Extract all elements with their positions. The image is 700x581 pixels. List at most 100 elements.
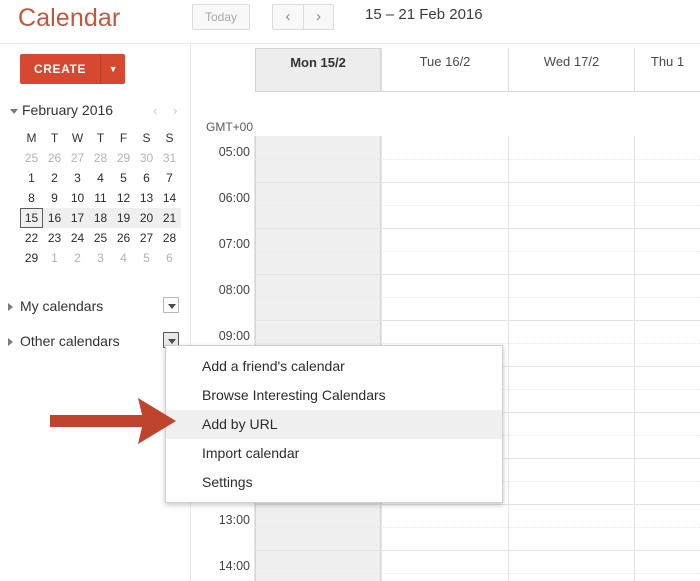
all-day-slot[interactable]	[255, 76, 381, 92]
mini-calendar-day[interactable]: 23	[43, 228, 66, 248]
mini-calendar-day[interactable]: 8	[20, 188, 43, 208]
prev-week-button[interactable]: ‹	[272, 4, 303, 30]
hour-gridline	[255, 274, 700, 275]
mini-calendar-day[interactable]: 5	[135, 248, 158, 268]
mini-calendar-weekday: F	[119, 131, 128, 145]
mini-calendar-day[interactable]: 4	[89, 168, 112, 188]
other-calendars-dropdown-menu[interactable]: Add a friend's calendar Browse Interestin…	[165, 345, 503, 503]
mini-calendar-day[interactable]: 6	[135, 168, 158, 188]
mini-calendar-day[interactable]: 27	[66, 148, 89, 168]
all-day-slot[interactable]	[634, 76, 700, 92]
mini-calendar-day[interactable]: 14	[158, 188, 181, 208]
mini-calendar-week-row[interactable]: 22 23 24 25 26 27 28	[20, 228, 181, 248]
mini-calendar-day[interactable]: 21	[158, 208, 181, 228]
hour-gridline	[255, 504, 700, 505]
mini-calendar-day[interactable]: 13	[135, 188, 158, 208]
next-week-button[interactable]: ›	[303, 4, 334, 30]
hour-label: 09:00	[218, 329, 250, 343]
other-calendars-expand-caret-icon[interactable]	[8, 338, 13, 346]
mini-calendar-day[interactable]: 11	[89, 188, 112, 208]
hour-gridline	[255, 182, 700, 183]
menu-item[interactable]: Browse Interesting Calendars	[166, 381, 502, 410]
mini-calendar: February 2016 ‹ › MTWTFSS 25 26 27 28 29 30 31…	[4, 102, 190, 268]
my-calendars-dropdown-button[interactable]	[163, 297, 179, 313]
mini-calendar-day[interactable]: 15	[20, 208, 43, 228]
hour-label: 07:00	[218, 237, 250, 251]
mini-calendar-day[interactable]: 20	[135, 208, 158, 228]
hour-label: 14:00	[218, 559, 250, 573]
day-column[interactable]	[634, 136, 700, 581]
mini-calendar-day[interactable]: 3	[89, 248, 112, 268]
my-calendars-expand-caret-icon[interactable]	[8, 303, 13, 311]
mini-calendar-day[interactable]: 6	[158, 248, 181, 268]
day-column-header[interactable]: Wed 17/2	[508, 48, 634, 76]
mini-calendar-day[interactable]: 25	[89, 228, 112, 248]
mini-calendar-day[interactable]: 25	[20, 148, 43, 168]
sidebar-section-other-calendars[interactable]: Other calendars	[0, 330, 190, 356]
mini-calendar-week-row[interactable]: 15 16 17 18 19 20 21	[20, 208, 181, 228]
mini-calendar-day[interactable]: 24	[66, 228, 89, 248]
mini-calendar-day[interactable]: 18	[89, 208, 112, 228]
hour-gridline	[255, 320, 700, 321]
top-bar: Calendar Today ‹ › 15 – 21 Feb 2016	[0, 0, 700, 44]
mini-calendar-weekday: T	[96, 131, 105, 145]
timezone-label: GMT+00	[205, 120, 253, 134]
mini-calendar-weekday-row: MTWTFSS	[20, 128, 181, 148]
mini-calendar-day[interactable]: 26	[43, 148, 66, 168]
mini-calendar-grid: MTWTFSS 25 26 27 28 29 30 31 1 2 3 4 5 6 7 8 9 10 11 12 13 1…	[20, 128, 181, 268]
mini-calendar-day[interactable]: 22	[20, 228, 43, 248]
all-day-slot[interactable]	[508, 76, 634, 92]
mini-calendar-prev-icon[interactable]: ‹	[153, 103, 157, 118]
create-button-group[interactable]: CREATE ▼	[20, 54, 126, 84]
mini-calendar-day[interactable]: 26	[112, 228, 135, 248]
hour-label: 06:00	[218, 191, 250, 205]
mini-calendar-day[interactable]: 29	[20, 248, 43, 268]
mini-calendar-day[interactable]: 27	[135, 228, 158, 248]
menu-item[interactable]: Import calendar	[166, 439, 502, 468]
date-range-label: 15 – 21 Feb 2016	[365, 6, 483, 23]
mini-calendar-day[interactable]: 28	[89, 148, 112, 168]
hour-label: 05:00	[218, 145, 250, 159]
mini-calendar-header: February 2016 ‹ ›	[4, 102, 190, 124]
menu-item[interactable]: Add a friend's calendar	[166, 352, 502, 381]
day-column-header[interactable]: Thu 1	[634, 48, 700, 76]
mini-calendar-day[interactable]: 2	[66, 248, 89, 268]
hour-label: 13:00	[218, 513, 250, 527]
mini-calendar-day[interactable]: 28	[158, 228, 181, 248]
mini-calendar-day[interactable]: 19	[112, 208, 135, 228]
mini-calendar-day[interactable]: 4	[112, 248, 135, 268]
mini-calendar-day[interactable]: 5	[112, 168, 135, 188]
mini-calendar-day[interactable]: 16	[43, 208, 66, 228]
app-logo: Calendar	[18, 4, 121, 32]
mini-calendar-day[interactable]: 31	[158, 148, 181, 168]
mini-calendar-day[interactable]: 10	[66, 188, 89, 208]
sidebar-section-my-calendars[interactable]: My calendars	[0, 295, 190, 321]
half-hour-gridline	[255, 343, 700, 344]
all-day-slot[interactable]	[381, 76, 508, 92]
day-column-header[interactable]: Mon 15/2	[255, 48, 381, 76]
menu-item[interactable]: Add by URL	[166, 410, 502, 439]
mini-calendar-week-row[interactable]: 8 9 10 11 12 13 14	[20, 188, 181, 208]
mini-calendar-day[interactable]: 1	[20, 168, 43, 188]
mini-calendar-day[interactable]: 7	[158, 168, 181, 188]
mini-calendar-weekday: M	[26, 131, 37, 145]
today-button[interactable]: Today	[192, 4, 250, 30]
mini-calendar-collapse-caret-icon[interactable]	[10, 109, 18, 114]
mini-calendar-day[interactable]: 2	[43, 168, 66, 188]
mini-calendar-day[interactable]: 17	[66, 208, 89, 228]
menu-item[interactable]: Settings	[166, 468, 502, 497]
mini-calendar-day[interactable]: 12	[112, 188, 135, 208]
mini-calendar-day[interactable]: 30	[135, 148, 158, 168]
create-button[interactable]: CREATE	[20, 54, 101, 84]
mini-calendar-day[interactable]: 29	[112, 148, 135, 168]
mini-calendar-day[interactable]: 3	[66, 168, 89, 188]
mini-calendar-week-row[interactable]: 25 26 27 28 29 30 31	[20, 148, 181, 168]
mini-calendar-day[interactable]: 9	[43, 188, 66, 208]
day-column[interactable]	[508, 136, 634, 581]
create-dropdown-arrow-icon[interactable]: ▼	[101, 54, 126, 84]
day-column-header[interactable]: Tue 16/2	[381, 48, 508, 76]
mini-calendar-next-icon[interactable]: ›	[173, 103, 177, 118]
mini-calendar-week-row[interactable]: 1234567	[20, 168, 181, 188]
mini-calendar-week-row[interactable]: 29 1 2 3 4 5 6	[20, 248, 181, 268]
mini-calendar-day[interactable]: 1	[43, 248, 66, 268]
